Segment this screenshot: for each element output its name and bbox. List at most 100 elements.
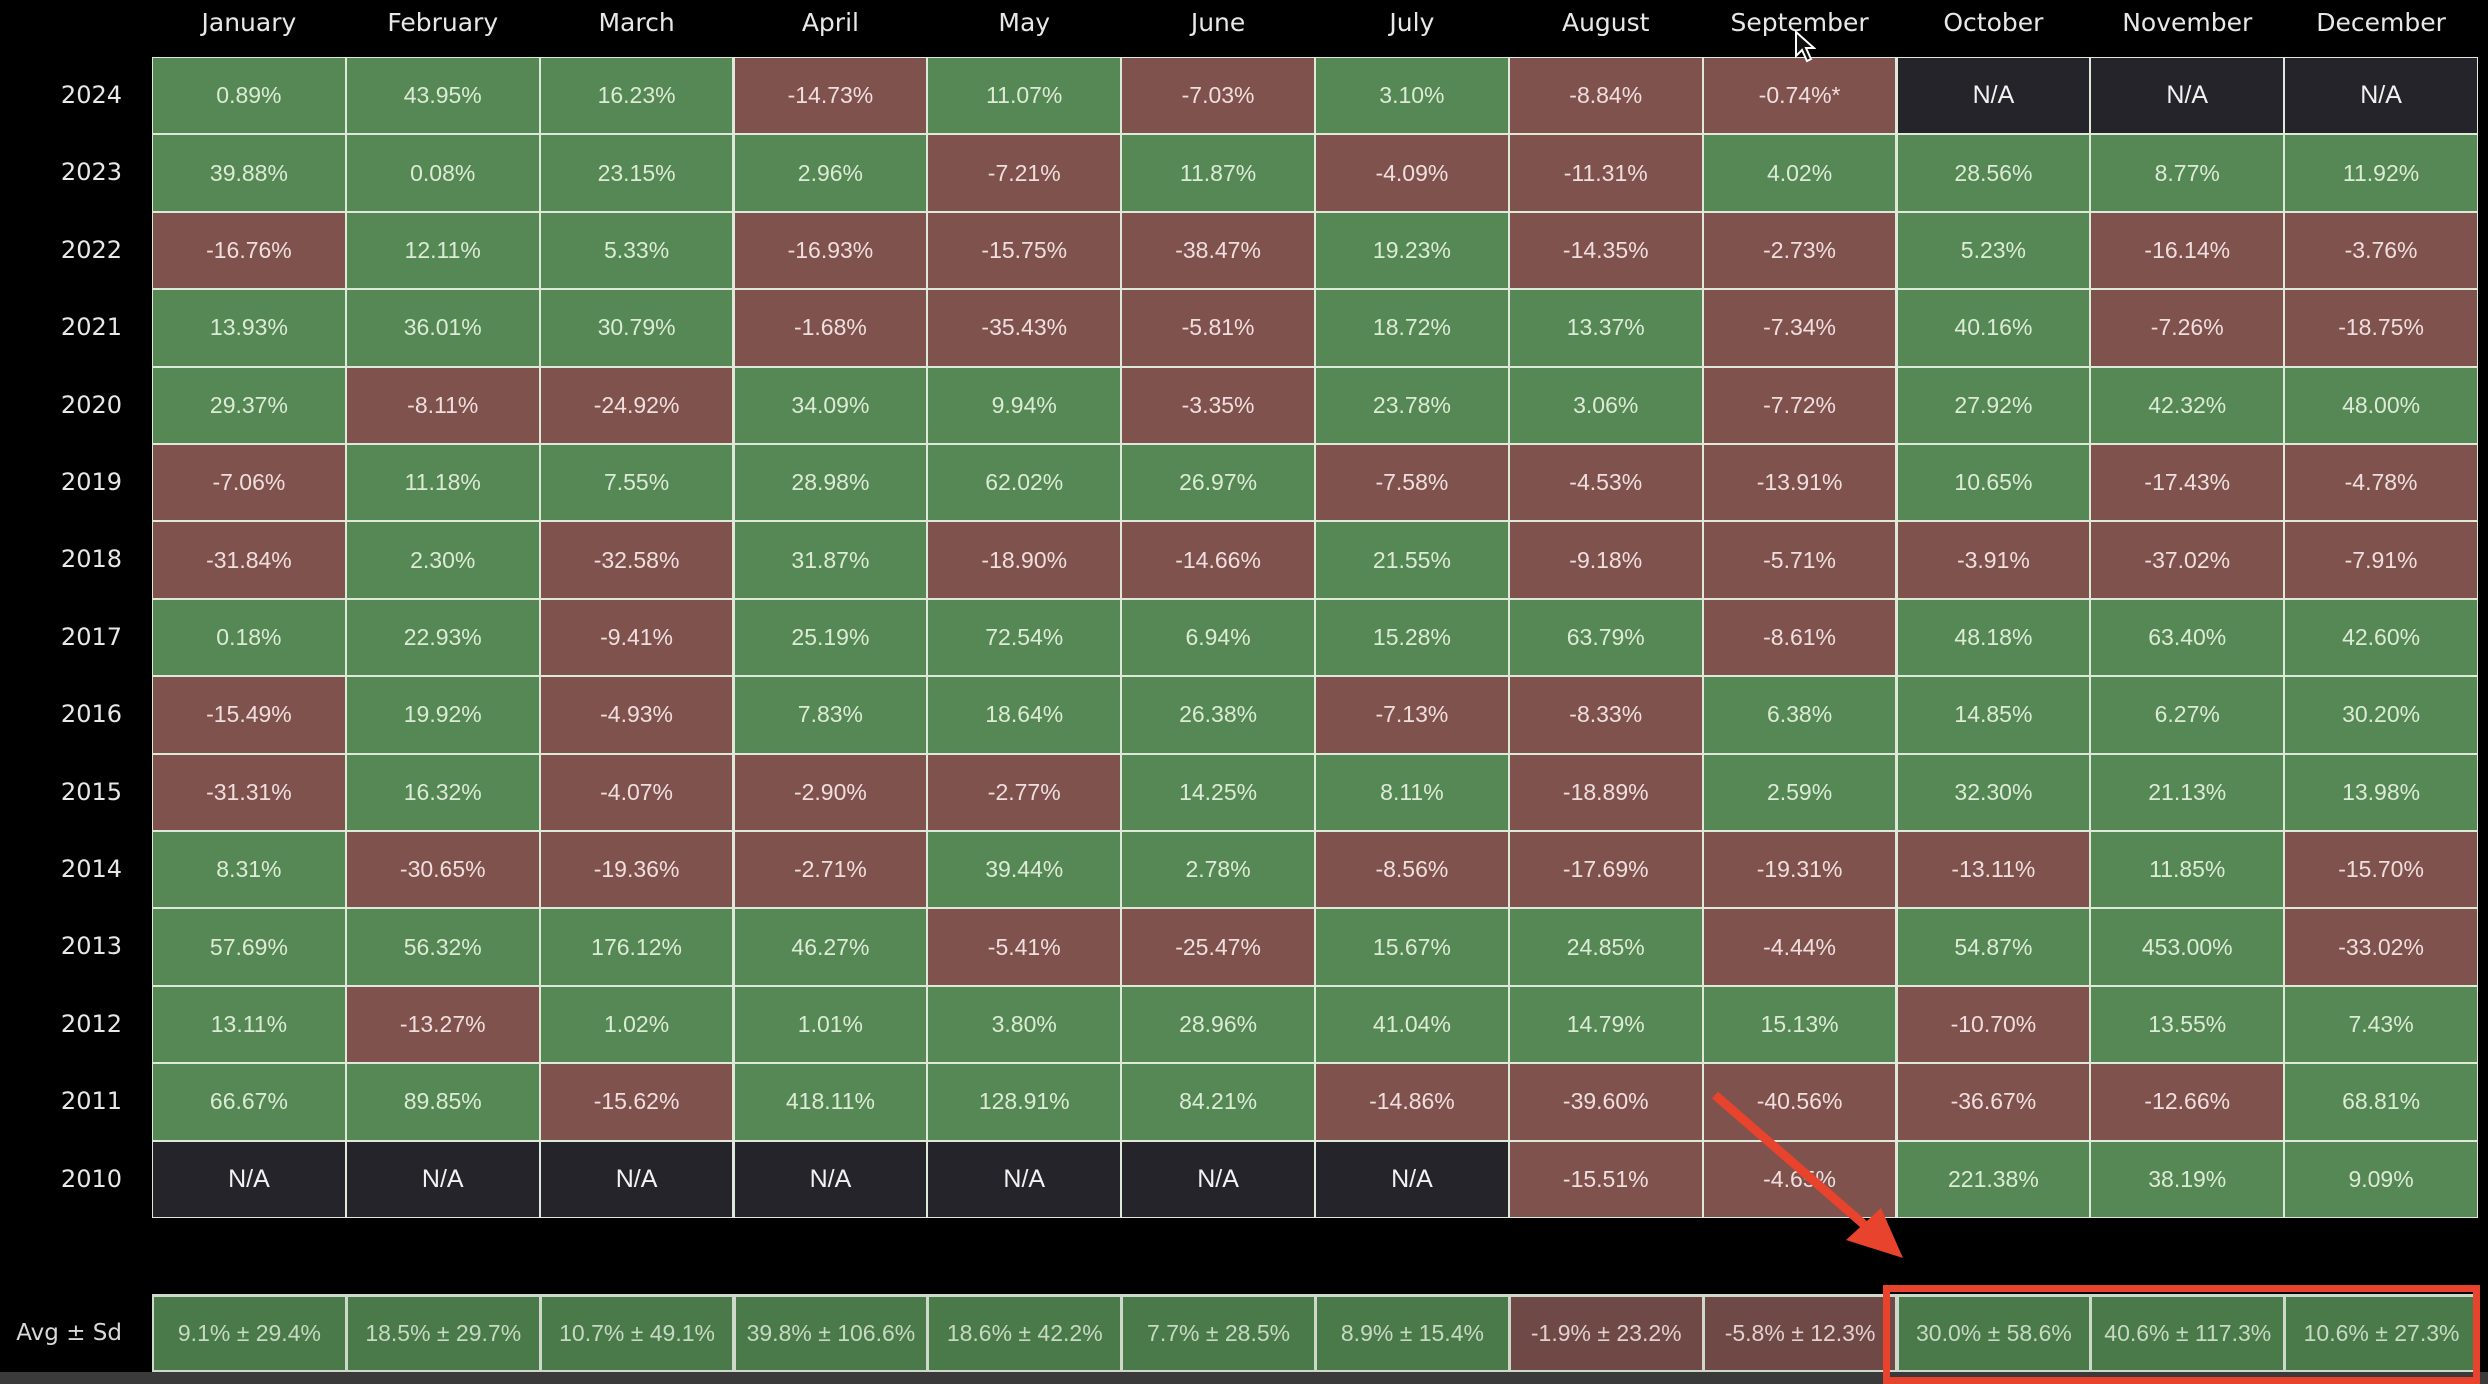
heatmap-cell-2018-july: 21.55% — [1315, 521, 1509, 599]
heatmap-cell-2021-september: -7.34% — [1702, 289, 1897, 367]
heatmap-cell-2019-september: -13.91% — [1702, 444, 1897, 522]
month-header-april: April — [801, 8, 859, 37]
year-label-2012: 2012 — [60, 1009, 122, 1038]
heatmap-cell-2021-november: -7.26% — [2090, 289, 2285, 367]
heatmap-cell-2024-february: 43.95% — [345, 57, 540, 135]
heatmap-cell-2017-may: 72.54% — [927, 598, 1122, 677]
avg-sd-cell-april: 39.8% ± 106.6% — [733, 1294, 929, 1372]
heatmap-cell-2017-february: 22.93% — [345, 598, 540, 677]
heatmap-cell-2011-december: 68.81% — [2284, 1063, 2478, 1141]
heatmap-cell-2020-may: 9.94% — [927, 366, 1122, 444]
heatmap-cell-2020-december: 48.00% — [2284, 366, 2478, 444]
heatmap-cell-2021-october: 40.16% — [1896, 289, 2091, 367]
heatmap-cell-2013-october: 54.87% — [1896, 908, 2091, 986]
heatmap-cell-2017-december: 42.60% — [2284, 598, 2478, 677]
heatmap-cell-2010-september: -4.65% — [1702, 1140, 1897, 1218]
heatmap-cell-2010-december: 9.09% — [2284, 1140, 2478, 1218]
heatmap-cell-2021-february: 36.01% — [345, 289, 540, 367]
heatmap-cell-2015-october: 32.30% — [1896, 753, 2091, 831]
heatmap-cell-2023-december: 11.92% — [2284, 134, 2478, 212]
heatmap-cell-2023-april: 2.96% — [733, 134, 928, 212]
heatmap-cell-2014-august: -17.69% — [1508, 831, 1703, 909]
heatmap-cell-2010-january: N/A — [152, 1140, 346, 1218]
year-label-2024: 2024 — [60, 81, 122, 109]
heatmap-cell-2010-february: N/A — [345, 1140, 540, 1218]
year-label-2015: 2015 — [60, 777, 122, 806]
avg-sd-cell-september: -5.8% ± 12.3% — [1702, 1294, 1898, 1372]
avg-sd-cell-july: 8.9% ± 15.4% — [1315, 1294, 1510, 1372]
month-header-february: February — [387, 8, 499, 37]
month-header-june: June — [1190, 8, 1246, 37]
heatmap-cell-2020-september: -7.72% — [1702, 366, 1897, 444]
heatmap-cell-2019-december: -4.78% — [2284, 444, 2478, 522]
heatmap-cell-2019-november: -17.43% — [2090, 444, 2285, 522]
heatmap-cell-2012-january: 13.11% — [152, 985, 346, 1064]
heatmap-cell-2015-january: -31.31% — [152, 753, 346, 831]
heatmap-cell-2022-march: 5.33% — [539, 211, 734, 290]
heatmap-cell-2013-may: -5.41% — [927, 908, 1122, 986]
heatmap-cell-2017-january: 0.18% — [152, 598, 346, 677]
heatmap-cell-2015-july: 8.11% — [1315, 753, 1509, 831]
month-header-may: May — [998, 8, 1051, 37]
heatmap-cell-2022-november: -16.14% — [2090, 211, 2285, 290]
year-label-2019: 2019 — [60, 468, 122, 496]
month-header-january: January — [201, 8, 297, 37]
year-label-2010: 2010 — [60, 1164, 122, 1193]
heatmap-cell-2012-august: 14.79% — [1508, 985, 1703, 1064]
month-header-march: March — [598, 8, 675, 37]
heatmap-cell-2013-june: -25.47% — [1121, 908, 1315, 986]
heatmap-cell-2021-december: -18.75% — [2284, 289, 2478, 367]
heatmap-cell-2022-august: -14.35% — [1508, 211, 1703, 290]
heatmap-cell-2018-march: -32.58% — [539, 521, 734, 599]
heatmap-cell-2010-july: N/A — [1315, 1140, 1509, 1218]
heatmap-cell-2014-december: -15.70% — [2284, 831, 2478, 909]
avg-sd-cell-august: -1.9% ± 23.2% — [1508, 1294, 1704, 1372]
heatmap-cell-2014-january: 8.31% — [152, 831, 346, 909]
heatmap-cell-2021-january: 13.93% — [152, 289, 346, 367]
heatmap-cell-2017-april: 25.19% — [733, 598, 928, 677]
heatmap-cell-2022-july: 19.23% — [1315, 211, 1509, 290]
heatmap-cell-2018-november: -37.02% — [2090, 521, 2285, 599]
heatmap-cell-2023-july: -4.09% — [1315, 134, 1509, 212]
heatmap-cell-2016-september: 6.38% — [1702, 676, 1897, 754]
heatmap-cell-2021-july: 18.72% — [1315, 289, 1509, 367]
heatmap-cell-2018-may: -18.90% — [927, 521, 1122, 599]
heatmap-cell-2020-april: 34.09% — [733, 366, 928, 444]
heatmap-cell-2017-march: -9.41% — [539, 598, 734, 677]
heatmap-cell-2011-september: -40.56% — [1702, 1063, 1897, 1141]
heatmap-cell-2013-february: 56.32% — [345, 908, 540, 986]
heatmap-cell-2017-september: -8.61% — [1702, 598, 1897, 677]
heatmap-cell-2019-july: -7.58% — [1315, 444, 1509, 522]
heatmap-cell-2013-september: -4.44% — [1702, 908, 1897, 986]
heatmap-cell-2012-september: 15.13% — [1702, 985, 1897, 1064]
heatmap-cell-2021-may: -35.43% — [927, 289, 1122, 367]
heatmap-cell-2014-april: -2.71% — [733, 831, 928, 909]
avg-sd-cell-may: 18.6% ± 42.2% — [927, 1294, 1123, 1372]
heatmap-cell-2023-august: -11.31% — [1508, 134, 1703, 212]
heatmap-cell-2013-january: 57.69% — [152, 908, 346, 986]
heatmap-cell-2013-july: 15.67% — [1315, 908, 1509, 986]
heatmap-cell-2016-february: 19.92% — [345, 676, 540, 754]
heatmap-cell-2011-august: -39.60% — [1508, 1063, 1703, 1141]
heatmap-cell-2022-december: -3.76% — [2284, 211, 2478, 290]
heatmap-cell-2012-november: 13.55% — [2090, 985, 2285, 1064]
highlight-annotation-box-bottom — [1883, 1377, 2480, 1384]
heatmap-cell-2018-february: 2.30% — [345, 521, 540, 599]
heatmap-cell-2014-october: -13.11% — [1896, 831, 2091, 909]
heatmap-cell-2015-september: 2.59% — [1702, 753, 1897, 831]
heatmap-cell-2019-february: 11.18% — [345, 444, 540, 522]
month-header-november: November — [2122, 8, 2253, 37]
heatmap-cell-2015-february: 16.32% — [345, 753, 540, 831]
heatmap-cell-2015-march: -4.07% — [539, 753, 734, 831]
heatmap-cell-2016-august: -8.33% — [1508, 676, 1703, 754]
heatmap-cell-2021-june: -5.81% — [1121, 289, 1315, 367]
heatmap-cell-2024-april: -14.73% — [733, 57, 928, 135]
heatmap-cell-2012-june: 28.96% — [1121, 985, 1315, 1064]
heatmap-cell-2018-october: -3.91% — [1896, 521, 2091, 599]
heatmap-cell-2014-february: -30.65% — [345, 831, 540, 909]
heatmap-cell-2024-november: N/A — [2090, 57, 2285, 135]
heatmap-cell-2023-november: 8.77% — [2090, 134, 2285, 212]
heatmap-cell-2024-october: N/A — [1896, 57, 2091, 135]
month-header-august: August — [1561, 8, 1650, 37]
heatmap-cell-2016-may: 18.64% — [927, 676, 1122, 754]
